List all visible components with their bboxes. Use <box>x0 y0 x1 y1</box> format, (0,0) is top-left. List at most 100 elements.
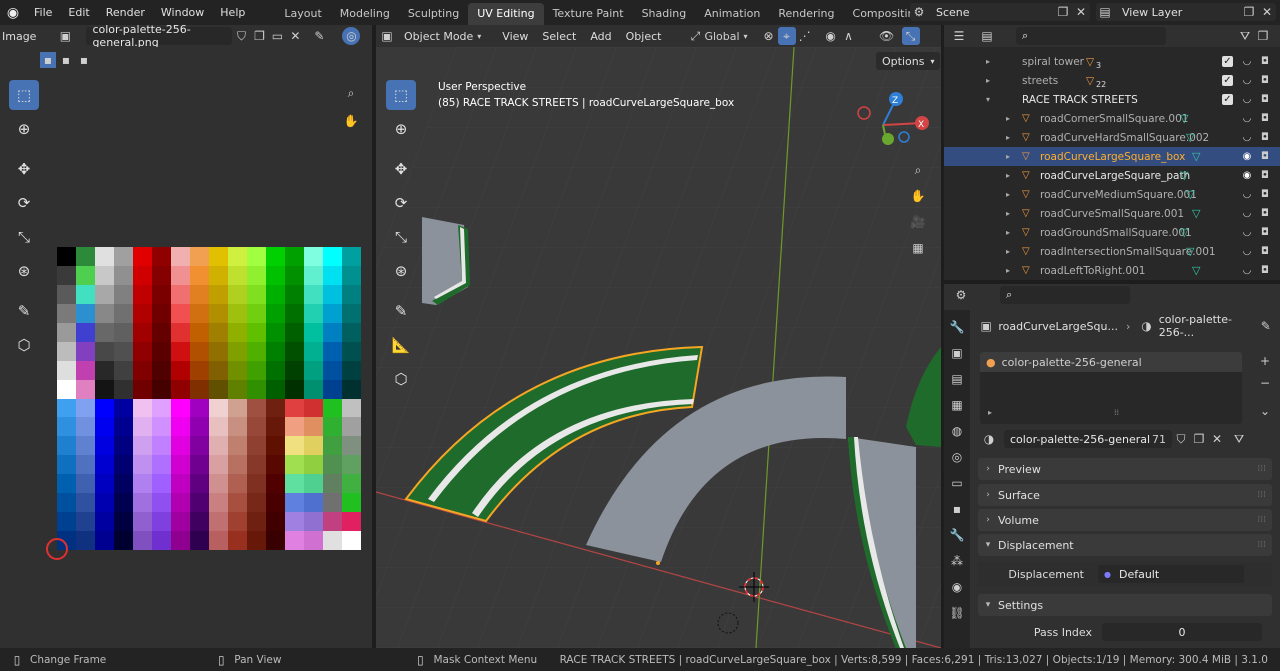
snap-icon[interactable]: ⌖ <box>777 27 796 45</box>
camera-icon[interactable]: ◘ <box>1258 55 1272 69</box>
fake-user-icon[interactable]: ⛉ <box>1172 430 1190 448</box>
outliner-search-input[interactable]: ⌕ <box>1016 27 1166 45</box>
view-layer-selector[interactable]: ▤ View Layer ❐ ✕ <box>1096 3 1276 21</box>
visibility-icon[interactable]: ◡ <box>1240 188 1254 202</box>
checkbox-icon[interactable]: ✓ <box>1222 94 1233 105</box>
pin-icon[interactable]: ✎ <box>310 27 328 45</box>
hand-icon[interactable]: ✋ <box>909 187 927 205</box>
copy-icon[interactable]: ❐ <box>250 27 268 45</box>
hand-icon[interactable]: ✋ <box>342 112 360 130</box>
rotate-tool[interactable]: ⟳ <box>386 188 416 218</box>
camera-icon[interactable]: ◘ <box>1258 74 1272 88</box>
checkbox-icon[interactable]: ✓ <box>1222 75 1233 86</box>
viewport-menu-object[interactable]: Object <box>619 27 669 45</box>
visibility-icon[interactable]: ◉ <box>1240 150 1254 164</box>
mesh-data-icon[interactable]: ▽ <box>1192 264 1200 277</box>
pass-index-field[interactable]: 0 <box>1102 623 1262 641</box>
panel-surface[interactable]: › Surface ⁞⁞⁞ <box>978 484 1272 506</box>
transform-tool[interactable]: ⊛ <box>386 256 416 286</box>
physics-tab-icon[interactable]: ◉ <box>946 576 968 598</box>
camera-icon[interactable]: ◘ <box>1258 245 1272 259</box>
visibility-icon[interactable]: ◡ <box>1240 112 1254 126</box>
camera-icon[interactable]: ◘ <box>1258 169 1272 183</box>
panel-displacement[interactable]: ▾ Displacement ⁞⁞⁞ <box>978 534 1272 556</box>
outliner-row[interactable]: ▸ ▽ roadGroundSmallSquare.001 ▽ ◡ ◘ <box>944 223 1280 242</box>
scene-selector[interactable]: ⚙ Scene ❐ ✕ <box>910 3 1090 21</box>
close-icon[interactable]: ✕ <box>1072 3 1090 21</box>
constraints-tab-icon[interactable]: ⛓ <box>946 602 968 624</box>
outliner-row[interactable]: ▸ ▽ roadCurveLargeSquare_path ▽ ◉ ◘ <box>944 166 1280 185</box>
expand-icon[interactable]: ▸ <box>988 408 992 417</box>
camera-icon[interactable]: ◘ <box>1258 226 1272 240</box>
mesh-data-icon[interactable]: ▽ <box>1186 188 1194 201</box>
drag-handle-icon[interactable]: ⁞⁞⁞ <box>1257 490 1266 500</box>
expand-arrow-icon[interactable]: ▸ <box>986 76 990 85</box>
move-tool[interactable]: ✥ <box>9 154 39 184</box>
annotate-tool[interactable]: ✎ <box>9 296 39 326</box>
menu-render[interactable]: Render <box>98 0 153 25</box>
new-collection-icon[interactable]: ❐ <box>1254 27 1272 45</box>
expand-arrow-icon[interactable]: ▸ <box>986 57 990 66</box>
outliner-row[interactable]: ▸ ▽ roadIntersectionSmallSquare.001 ▽ ◡ ◘ <box>944 242 1280 261</box>
viewport-menu-view[interactable]: View <box>495 27 535 45</box>
pivot-icon[interactable]: ⊗ <box>760 27 778 45</box>
outliner-row[interactable]: ▸ ▽ roadCurveLargeSquare_box ▽ ◉ ◘ <box>944 147 1280 166</box>
outliner-row[interactable]: ▾ RACE TRACK STREETS ✓ ◡ ◘ <box>944 90 1280 109</box>
select-box-tool[interactable]: ⬚ <box>386 80 416 110</box>
expand-arrow-icon[interactable]: ▸ <box>1006 190 1010 199</box>
material-name-field[interactable]: color-palette-256-general 71 <box>1004 430 1172 448</box>
grab-tool[interactable]: ⬡ <box>9 330 39 360</box>
falloff-icon[interactable]: ∧ <box>840 27 858 45</box>
editor-type-icon[interactable]: ▣ <box>378 27 396 45</box>
expand-arrow-icon[interactable]: ▸ <box>1006 133 1010 142</box>
sync-selection-icon[interactable]: ◎ <box>342 27 361 45</box>
copy-icon[interactable]: ❐ <box>1054 3 1072 21</box>
menu-help[interactable]: Help <box>212 0 253 25</box>
tab-uv-editing[interactable]: UV Editing <box>468 3 544 25</box>
drag-handle-icon[interactable]: ⁞⁞⁞ <box>1257 515 1266 525</box>
outliner-row[interactable]: ▸ ▽ roadCurveHardSmallSquare.002 ▽ ◡ ◘ <box>944 128 1280 147</box>
proportional-icon[interactable]: ◉ <box>822 27 840 45</box>
zoom-icon[interactable]: ⌕ <box>342 84 360 102</box>
expand-arrow-icon[interactable]: ▸ <box>1006 209 1010 218</box>
output-tab-icon[interactable]: ▤ <box>946 368 968 390</box>
visibility-icon[interactable]: ◡ <box>1240 207 1254 221</box>
close-icon[interactable]: ✕ <box>1258 3 1276 21</box>
mesh-data-icon[interactable]: ▽ <box>1186 245 1194 258</box>
add-slot-icon[interactable]: + <box>1256 352 1274 370</box>
mesh-data-icon[interactable]: ▽ <box>1192 150 1200 163</box>
slot-menu-icon[interactable]: ⌄ <box>1256 402 1274 420</box>
camera-icon[interactable]: ◘ <box>1258 188 1272 202</box>
properties-search-input[interactable]: ⌕ <box>1000 286 1130 304</box>
select-extend-icon[interactable]: ▪ <box>58 52 74 68</box>
tab-animation[interactable]: Animation <box>695 3 769 25</box>
visibility-icon[interactable]: ◡ <box>1240 131 1254 145</box>
visibility-icon[interactable]: ◉ <box>1240 169 1254 183</box>
image-name-field[interactable]: color-palette-256-general.png <box>86 23 233 49</box>
close-icon[interactable]: ✕ <box>286 27 304 45</box>
visibility-icon[interactable]: 👁 <box>878 27 896 45</box>
checkbox-icon[interactable]: ✓ <box>1222 56 1233 67</box>
drag-handle-icon[interactable]: ⁞⁞⁞ <box>1257 464 1266 474</box>
tab-rendering[interactable]: Rendering <box>769 3 843 25</box>
panel-volume[interactable]: › Volume ⁞⁞⁞ <box>978 509 1272 531</box>
render-tab-icon[interactable]: ▣ <box>946 342 968 364</box>
rotate-tool[interactable]: ⟳ <box>9 188 39 218</box>
outliner-row[interactable]: ▸ ▽ roadCornerSmallSquare.001 ▽ ◡ ◘ <box>944 109 1280 128</box>
mesh-data-icon[interactable]: ▽ <box>1180 112 1188 125</box>
visibility-icon[interactable]: ◡ <box>1240 93 1254 107</box>
expand-arrow-icon[interactable]: ▸ <box>1006 266 1010 275</box>
transform-orientation[interactable]: Global <box>704 30 739 43</box>
properties-type-icon[interactable]: ⚙ <box>952 286 970 304</box>
measure-tool[interactable]: 📐 <box>386 330 416 360</box>
settings-panel-header[interactable]: ▾ Settings <box>978 594 1272 616</box>
options-dropdown[interactable]: Options ▾ <box>876 52 941 70</box>
zoom-icon[interactable]: ⌕ <box>909 161 927 179</box>
outliner-row[interactable]: ▸ streets ▽ 22 ✓ ◡ ◘ <box>944 71 1280 90</box>
cursor-tool[interactable]: ⊕ <box>386 114 416 144</box>
gizmo-icon[interactable]: ⤡ <box>901 27 920 45</box>
viewport-menu-select[interactable]: Select <box>535 27 583 45</box>
transform-tool[interactable]: ⊛ <box>9 256 39 286</box>
camera-icon[interactable]: ◘ <box>1258 207 1272 221</box>
outliner-row[interactable]: ▸ ▽ roadCurveMediumSquare.001 ▽ ◡ ◘ <box>944 185 1280 204</box>
